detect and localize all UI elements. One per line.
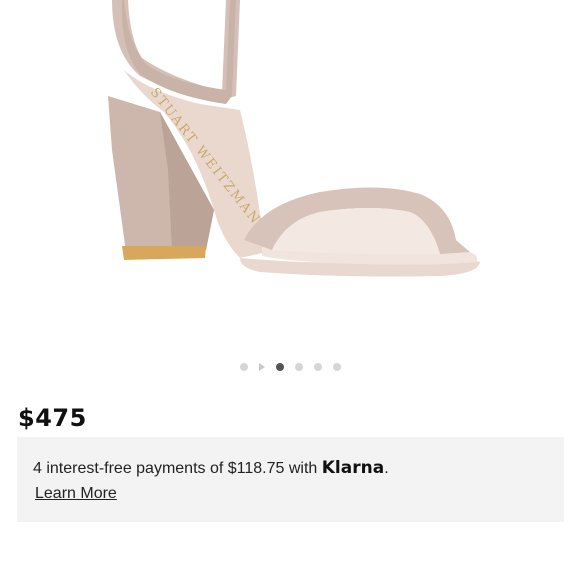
carousel-dot-1[interactable] [239,363,248,371]
klarna-message: 4 interest-free payments of $118.75 with… [33,458,389,478]
image-carousel-dots [0,363,580,371]
product-price: $475 [18,404,87,432]
carousel-play-icon[interactable] [258,363,265,371]
product-page: STUART WEITZMAN $475 4 interest-free pay… [0,0,580,580]
carousel-dot-4[interactable] [313,363,322,371]
klarna-message-prefix: 4 interest-free payments of $118.75 with [33,460,322,477]
klarna-payment-banner: 4 interest-free payments of $118.75 with… [17,437,564,522]
carousel-dot-5[interactable] [332,363,341,371]
product-image[interactable]: STUART WEITZMAN [0,0,580,340]
sandal-heel-tip [122,246,206,260]
klarna-brand-name: Klarna [321,458,385,478]
carousel-dot-2-active[interactable] [275,363,284,371]
carousel-dot-3[interactable] [294,363,303,371]
klarna-message-suffix: . [384,460,389,477]
learn-more-link[interactable]: Learn More [35,485,117,503]
